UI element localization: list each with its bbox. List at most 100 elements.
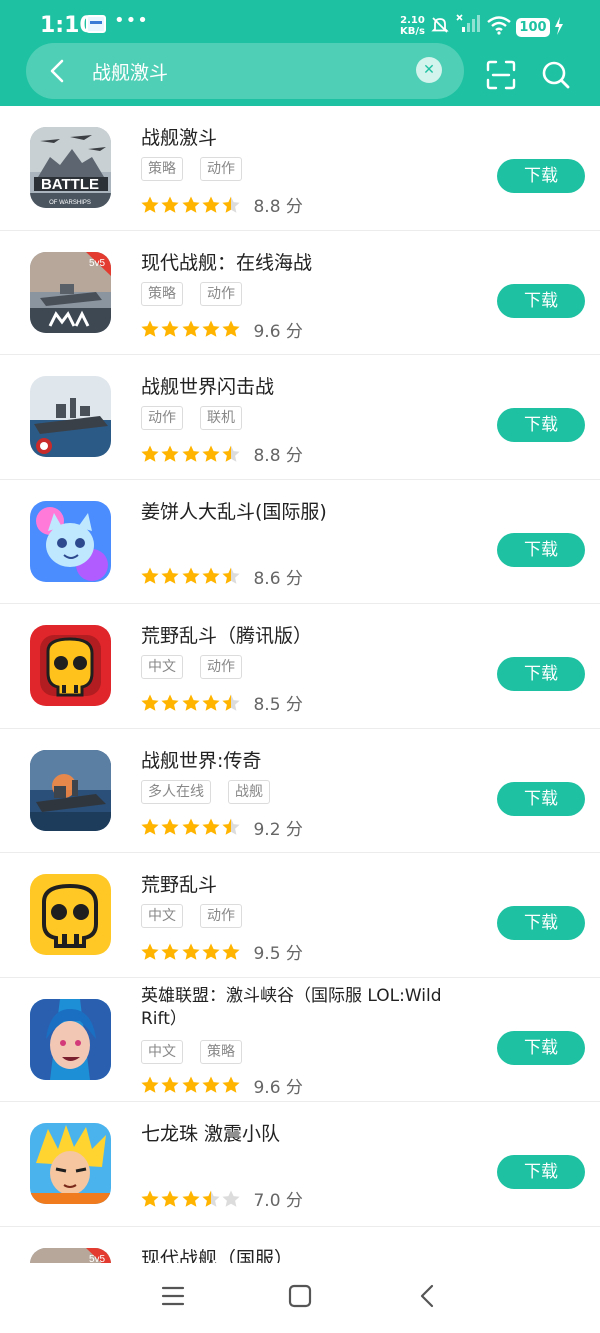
back-icon[interactable] [415, 1283, 441, 1309]
star-icon [222, 694, 240, 711]
world-of-warships-legends-icon [30, 749, 111, 831]
list-item[interactable]: 战舰世界闪击战 动作 联机 8.8 分 下载 [0, 355, 600, 480]
download-button[interactable]: 下载 [497, 159, 585, 193]
wifi-icon [487, 16, 511, 35]
svg-text:5v5: 5v5 [89, 258, 106, 269]
stars [140, 817, 241, 837]
star-icon [161, 694, 179, 711]
search-input[interactable] [92, 53, 410, 89]
tag: 中文 [141, 1039, 183, 1064]
star-icon [181, 1076, 200, 1093]
battery-indicator: 100 [516, 18, 550, 37]
star-icon [222, 818, 240, 835]
star-icon [202, 445, 220, 462]
app-name[interactable]: 战舰世界:传奇 [141, 746, 261, 773]
stars [140, 195, 241, 215]
download-button[interactable]: 下载 [497, 1155, 585, 1189]
list-item[interactable]: 5v5 现代战舰：在线海战 策略 动作 9.6 分 下载 [0, 231, 600, 355]
star-rating: 7.0 分 [140, 1186, 303, 1211]
star-icon [222, 445, 240, 462]
star-icon [161, 567, 179, 584]
header-bar: 1:10 ••• 2.10 KB/s 100 战舰激斗 ✕ [0, 0, 600, 106]
dragon-ball-icon [30, 1123, 111, 1204]
star-icon [161, 445, 179, 462]
app-name[interactable]: 姜饼人大乱斗(国际服) [141, 497, 327, 524]
tag: 中文 [141, 655, 183, 679]
download-button[interactable]: 下载 [497, 408, 585, 442]
app-name[interactable]: 英雄联盟：激斗峡谷（国际服 LOL:Wild Rift） [141, 985, 461, 1031]
star-icon [181, 445, 200, 462]
app-name[interactable]: 战舰世界闪击战 [141, 372, 274, 399]
star-icon [141, 567, 159, 584]
network-speed-value: 2.10 [400, 15, 425, 26]
app-name[interactable]: 七龙珠 激震小队 [141, 1119, 280, 1146]
modern-warships-icon: 5v5 [30, 251, 111, 333]
download-button[interactable]: 下载 [497, 781, 585, 816]
tag: 动作 [200, 904, 242, 928]
cookie-run-icon [30, 500, 111, 582]
list-item[interactable]: 战舰世界:传奇 多人在线 战舰 9.2 分 下载 [0, 729, 600, 853]
more-notifications-icon: ••• [114, 10, 149, 31]
home-icon[interactable] [287, 1283, 313, 1309]
app-tags: 中文 动作 [141, 904, 242, 928]
svg-text:OF WARSHIPS: OF WARSHIPS [49, 200, 91, 206]
star-rating: 8.5 分 [140, 690, 303, 715]
clear-search-button[interactable]: ✕ [416, 57, 442, 83]
tag: 动作 [200, 655, 242, 679]
rating-score: 7.0 分 [253, 1191, 303, 1211]
download-button[interactable]: 下载 [497, 906, 585, 940]
search-icon[interactable] [539, 58, 573, 92]
app-tags: 中文 策略 [141, 1039, 242, 1064]
star-icon [202, 694, 220, 711]
star-rating: 8.8 分 [140, 441, 303, 466]
list-item[interactable]: 荒野乱斗 中文 动作 9.5 分 下载 [0, 853, 600, 978]
app-name[interactable]: 荒野乱斗 [141, 870, 217, 897]
stars [140, 566, 241, 586]
back-arrow-icon[interactable] [42, 55, 74, 87]
list-item[interactable]: 荒野乱斗（腾讯版） 中文 动作 8.5 分 下载 [0, 604, 600, 729]
app-name[interactable]: 战舰激斗 [141, 123, 217, 150]
star-rating: 8.6 分 [140, 564, 303, 589]
star-rating: 9.2 分 [140, 815, 303, 840]
app-tags: 策略 动作 [141, 281, 242, 306]
star-icon [141, 445, 159, 462]
menu-icon[interactable] [160, 1283, 186, 1309]
star-icon [181, 1190, 200, 1207]
search-bar: ✕ [26, 43, 464, 99]
download-button[interactable]: 下载 [497, 283, 585, 318]
mute-bell-icon [431, 17, 449, 33]
star-icon [222, 567, 240, 584]
tag: 动作 [200, 281, 242, 306]
star-icon [161, 943, 179, 960]
app-name[interactable]: 现代战舰：在线海战 [141, 248, 312, 275]
star-icon [202, 1076, 220, 1093]
tag: 联机 [200, 406, 242, 430]
app-name[interactable]: 荒野乱斗（腾讯版） [141, 621, 312, 648]
star-icon [202, 567, 220, 584]
star-icon [202, 818, 220, 835]
star-icon [222, 943, 240, 960]
star-icon [222, 196, 240, 213]
list-item[interactable]: 5v5 现代战舰（国服） [0, 1227, 600, 1264]
download-button[interactable]: 下载 [497, 532, 585, 567]
scan-icon[interactable] [484, 58, 518, 92]
star-icon [141, 818, 159, 835]
list-item[interactable]: BATTLE OF WARSHIPS 战舰激斗 策略 动作 8.8 分 下载 [0, 106, 600, 231]
stars [140, 444, 241, 464]
download-button[interactable]: 下载 [497, 1030, 585, 1065]
notification-icon [86, 15, 106, 33]
world-of-warships-blitz-icon [30, 376, 111, 457]
list-item[interactable]: 姜饼人大乱斗(国际服) 8.6 分 下载 [0, 480, 600, 604]
download-button[interactable]: 下载 [497, 657, 585, 691]
search-results-list: BATTLE OF WARSHIPS 战舰激斗 策略 动作 8.8 分 下载 5… [0, 106, 600, 1263]
list-item[interactable]: 英雄联盟：激斗峡谷（国际服 LOL:Wild Rift） 中文 策略 9.6 分… [0, 978, 600, 1102]
star-icon [161, 196, 179, 213]
star-icon [141, 694, 159, 711]
star-rating: 9.6 分 [140, 317, 303, 342]
signal-icon [456, 14, 480, 32]
star-icon [141, 943, 159, 960]
star-icon [181, 694, 200, 711]
app-name[interactable]: 现代战舰（国服） [141, 1244, 293, 1264]
star-icon [202, 320, 220, 337]
list-item[interactable]: 七龙珠 激震小队 7.0 分 下载 [0, 1102, 600, 1227]
